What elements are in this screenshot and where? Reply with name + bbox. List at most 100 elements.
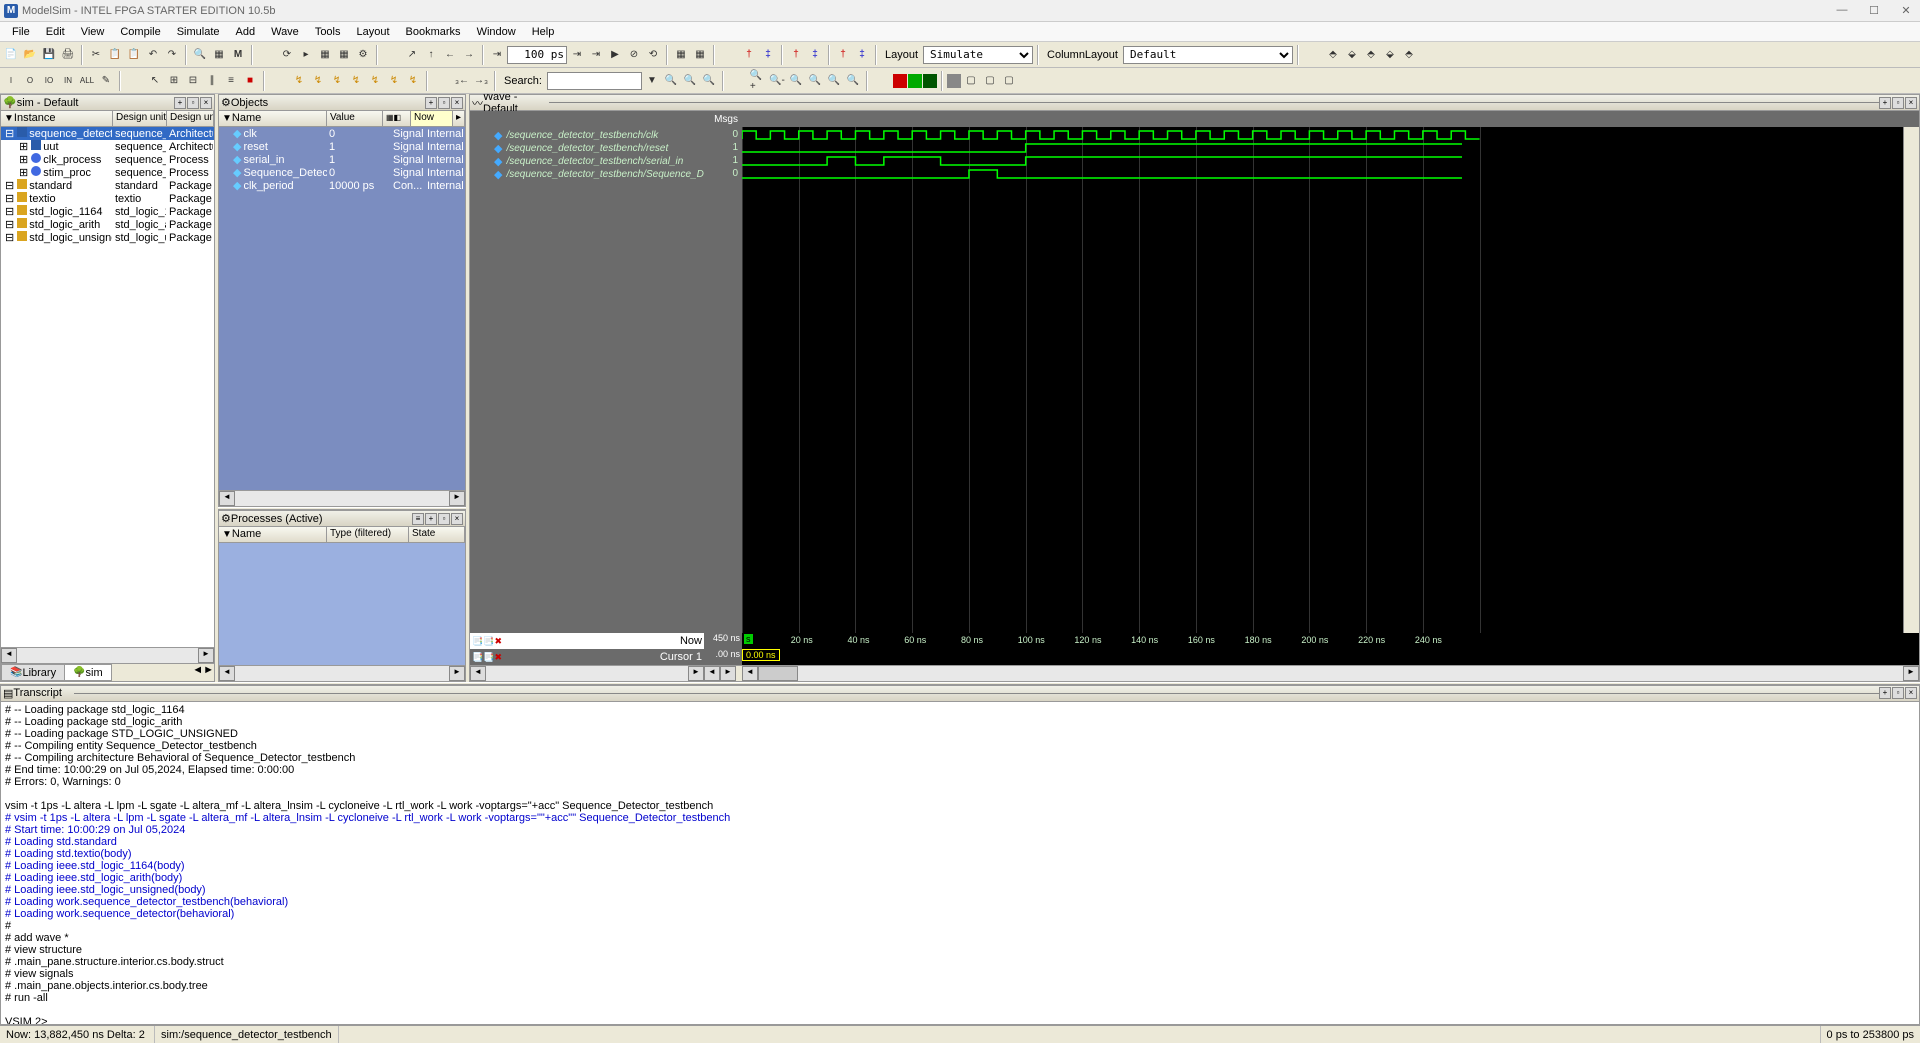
objects-hscroll[interactable]: ◄► [219, 490, 465, 506]
tab-scroll-right[interactable]: ► [203, 664, 214, 681]
object-row[interactable]: ◆reset1SignalInternal [219, 140, 465, 153]
tool-button[interactable]: ▸ [297, 46, 315, 64]
print-button[interactable]: 🖨 [59, 46, 77, 64]
panel-close-button[interactable]: × [1905, 97, 1917, 109]
tool-button[interactable]: ▢ [962, 72, 980, 90]
tool-button[interactable]: →₃ [472, 72, 490, 90]
wave-signal-row[interactable]: ◆/sequence_detector_testbench/reset [470, 142, 704, 155]
zoom-button[interactable]: ‡ [759, 46, 777, 64]
tool-button[interactable]: IO [40, 72, 58, 90]
tool-button[interactable]: ⬙ [1343, 46, 1361, 64]
search-next-button[interactable]: 🔍 [681, 72, 699, 90]
signal-color-button[interactable] [947, 74, 961, 88]
processes-body[interactable] [219, 543, 465, 665]
sim-tree[interactable]: ⊟ sequence_detecto...sequence_...Archite… [1, 127, 214, 647]
tool-button[interactable]: ₃← [453, 72, 471, 90]
tool-button[interactable]: ▦ [691, 46, 709, 64]
menu-view[interactable]: View [73, 26, 113, 38]
run-button[interactable]: ↗ [403, 46, 421, 64]
tool-button[interactable]: ↯ [404, 72, 422, 90]
panel-close-button[interactable]: × [451, 513, 463, 525]
col-instance[interactable]: ▼Instance [1, 111, 113, 126]
panel-opts-button[interactable]: ≡ [412, 513, 424, 525]
wave-signal-row[interactable]: ◆/sequence_detector_testbench/serial_in [470, 155, 704, 168]
object-row[interactable]: ◆serial_in1SignalInternal [219, 153, 465, 166]
zoom-button[interactable]: 🔍 [806, 72, 824, 90]
tool-button[interactable]: ⊟ [184, 72, 202, 90]
bookmark-icon[interactable]: 📑 [472, 636, 483, 647]
panel-add-button[interactable]: + [174, 97, 186, 109]
tab-scroll-left[interactable]: ◄ [192, 664, 203, 681]
runtime-input[interactable] [507, 46, 567, 64]
tool-button[interactable]: ✎ [97, 72, 115, 90]
maximize-button[interactable]: ☐ [1864, 4, 1884, 17]
delete-icon[interactable]: ✖ [494, 636, 502, 647]
wave-panel-header[interactable]: 〰 Wave - Default + ▫ × [470, 95, 1919, 111]
tool-button[interactable]: ↯ [290, 72, 308, 90]
processes-hscroll[interactable]: ◄► [219, 665, 465, 681]
col-now[interactable]: Now [411, 111, 453, 126]
search-prev-button[interactable]: 🔍 [662, 72, 680, 90]
restart-button[interactable]: ⟲ [644, 46, 662, 64]
zoom-button[interactable]: † [740, 46, 758, 64]
compile-button[interactable]: ⟳ [278, 46, 296, 64]
wave-draw-area[interactable]: s 20 ns40 ns60 ns80 ns100 ns120 ns140 ns… [742, 111, 1919, 665]
sim-tree-row[interactable]: ⊞ stim_procsequence_...Process [1, 166, 214, 179]
run-button[interactable]: ⇥ [568, 46, 586, 64]
search-input[interactable] [547, 72, 642, 90]
redo-button[interactable]: ↷ [163, 46, 181, 64]
panel-close-button[interactable]: × [200, 97, 212, 109]
col-type[interactable]: Type (filtered) [327, 527, 409, 542]
signal-color-button[interactable] [893, 74, 907, 88]
object-row[interactable]: ◆clk_period10000 psCon...Internal [219, 179, 465, 192]
tool-button[interactable]: IN [59, 72, 77, 90]
run-all-button[interactable]: ⇥ [587, 46, 605, 64]
tool-button[interactable]: ≡ [222, 72, 240, 90]
tool-button[interactable]: ↯ [385, 72, 403, 90]
wave-hscroll[interactable]: ◄► ◄► ◄► [470, 665, 1919, 681]
col-kind[interactable]: ▦◧ [383, 111, 411, 126]
tool-button[interactable]: ↯ [366, 72, 384, 90]
processes-panel-header[interactable]: ⚙ Processes (Active) ≡ + ▫ × [219, 511, 465, 527]
menu-compile[interactable]: Compile [112, 26, 168, 38]
tool-button[interactable]: ▢ [1000, 72, 1018, 90]
sim-tree-row[interactable]: ⊟ sequence_detecto...sequence_...Archite… [1, 127, 214, 140]
col-scroll[interactable]: ▸ [453, 111, 465, 126]
tab-library[interactable]: 📚 Library [1, 664, 65, 681]
tool-button[interactable]: ↯ [328, 72, 346, 90]
menu-layout[interactable]: Layout [349, 26, 398, 38]
tool-button[interactable]: ⚙ [354, 46, 372, 64]
cut-button[interactable]: ✂ [87, 46, 105, 64]
continue-button[interactable]: ▶ [606, 46, 624, 64]
sim-tree-row[interactable]: ⊞ clk_processsequence_...Process [1, 153, 214, 166]
zoom-button[interactable]: ‡ [853, 46, 871, 64]
save-button[interactable]: 💾 [40, 46, 58, 64]
col-value[interactable]: Value [327, 111, 383, 126]
zoom-button[interactable]: ‡ [806, 46, 824, 64]
tool-button[interactable]: ⬘ [1324, 46, 1342, 64]
col-state[interactable]: State [409, 527, 465, 542]
tool-button[interactable]: ↯ [309, 72, 327, 90]
sim-tree-row[interactable]: ⊟ std_logic_unsignedstd_logic_u...Packag… [1, 231, 214, 244]
transcript-panel-header[interactable]: ▤ Transcript + ▫ × [1, 686, 1919, 702]
bookmark-icon[interactable]: 📑 [472, 652, 483, 663]
tool-button[interactable]: M [229, 46, 247, 64]
zoom-full-button[interactable]: 🔍 [787, 72, 805, 90]
tool-button[interactable]: ⬘ [1362, 46, 1380, 64]
tool-button[interactable]: O [21, 72, 39, 90]
zoom-in-button[interactable]: 🔍+ [749, 72, 767, 90]
menu-tools[interactable]: Tools [307, 26, 349, 38]
wave-vscroll[interactable] [1903, 127, 1919, 633]
tool-button[interactable]: I [2, 72, 20, 90]
layout-select[interactable]: Simulate [923, 46, 1033, 64]
menu-wave[interactable]: Wave [263, 26, 307, 38]
menu-edit[interactable]: Edit [38, 26, 73, 38]
up-button[interactable]: ↑ [422, 46, 440, 64]
panel-dock-button[interactable]: ▫ [1892, 687, 1904, 699]
sim-tree-row[interactable]: ⊟ std_logic_arithstd_logic_a...Package [1, 218, 214, 231]
panel-add-button[interactable]: + [1879, 687, 1891, 699]
copy-button[interactable]: 📋 [106, 46, 124, 64]
bookmark-icon[interactable]: 📑 [483, 636, 494, 647]
new-button[interactable]: 📄 [2, 46, 20, 64]
tool-button[interactable]: ⬘ [1400, 46, 1418, 64]
